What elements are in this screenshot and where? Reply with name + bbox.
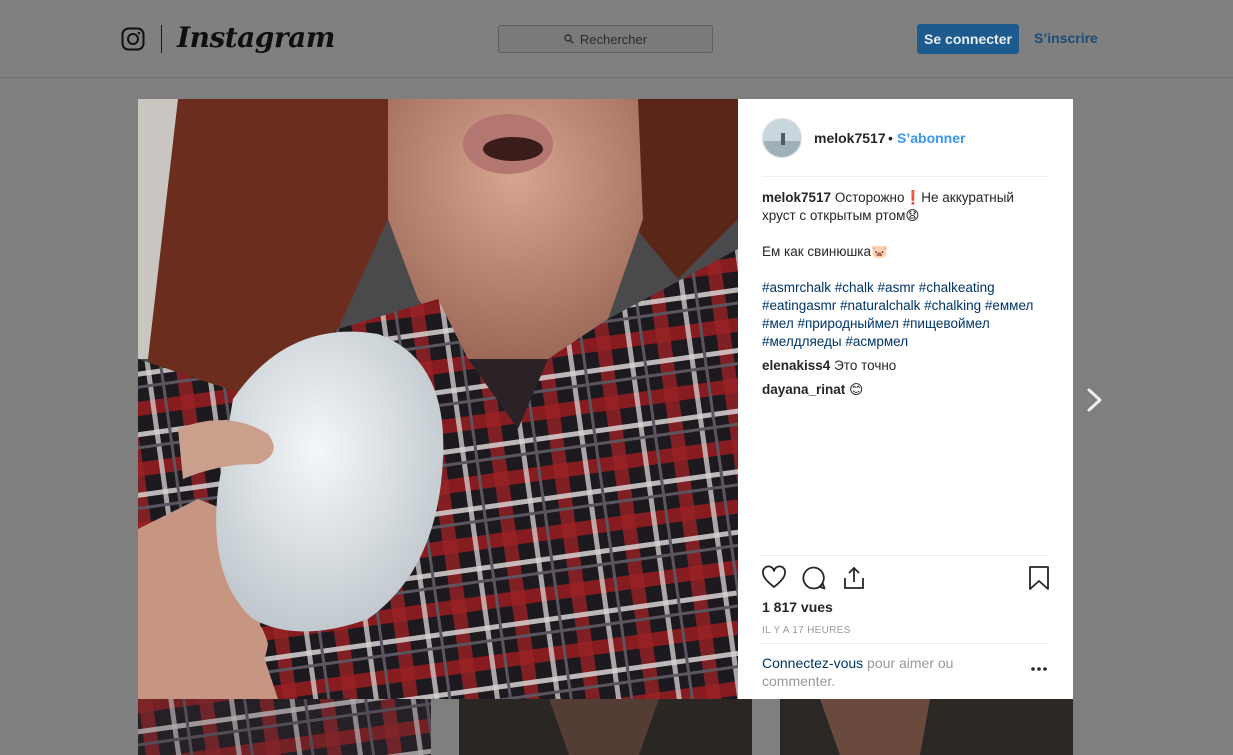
caption-area: melok7517 Осторожно❗Не аккуратный хруст … [762, 189, 1049, 399]
divider [762, 555, 1049, 556]
comment-icon[interactable] [801, 565, 827, 591]
more-options-icon[interactable] [1030, 666, 1048, 672]
login-button[interactable]: Se connecter [917, 24, 1019, 54]
separator-dot: • [888, 130, 893, 146]
search-placeholder: Rechercher [579, 31, 648, 47]
top-navigation-bar: Instagram Rechercher Se connecter S’insc… [0, 0, 1233, 78]
comment-username[interactable]: elenakiss4 [762, 358, 830, 373]
post-photo [138, 99, 738, 699]
caption-text: melok7517 Осторожно❗Не аккуратный хруст … [762, 189, 1049, 225]
divider [762, 643, 1049, 644]
related-post-thumbnail[interactable] [780, 699, 1073, 755]
view-count[interactable]: 1 817 vues [762, 599, 833, 615]
caption-line2: Ем как свинюшка🐷 [762, 244, 888, 259]
comment-text: 😊 [849, 382, 864, 397]
search-input[interactable]: Rechercher [498, 25, 713, 53]
caption-username[interactable]: melok7517 [762, 190, 831, 205]
instagram-camera-icon[interactable] [121, 27, 145, 51]
login-link[interactable]: Connectez-vous [762, 655, 863, 671]
post-timestamp[interactable]: IL Y A 17 HEURES [762, 625, 851, 636]
search-icon [564, 34, 574, 44]
comment-username[interactable]: dayana_rinat [762, 382, 845, 397]
heart-icon[interactable] [761, 565, 787, 591]
logo-divider [161, 25, 162, 53]
bookmark-icon[interactable] [1027, 565, 1051, 591]
divider [762, 176, 1049, 177]
follow-button[interactable]: S’abonner [897, 130, 965, 146]
comment-item: elenakiss4 Это точно [762, 357, 1049, 375]
related-post-thumbnail[interactable] [459, 699, 752, 755]
share-icon[interactable] [841, 565, 867, 591]
signup-link[interactable]: S’inscrire [1034, 30, 1098, 46]
post-video[interactable] [138, 99, 738, 699]
related-post-thumbnail[interactable] [138, 699, 431, 755]
comment-item: dayana_rinat 😊 [762, 381, 1049, 399]
comment-text: Это точно [834, 358, 897, 373]
instagram-wordmark[interactable]: Instagram [177, 21, 335, 54]
post-owner-username[interactable]: melok7517 [814, 130, 886, 146]
post-details-panel: melok7517 • S’abonner melok7517 Осторожн… [738, 99, 1073, 699]
login-prompt: Connectez-vous pour aimer ou commenter. [762, 654, 992, 690]
avatar[interactable] [762, 118, 802, 158]
next-arrow-icon[interactable] [1083, 387, 1105, 413]
caption-hashtags[interactable]: #asmrchalk #chalk #asmr #chalkeating #ea… [762, 279, 1049, 351]
